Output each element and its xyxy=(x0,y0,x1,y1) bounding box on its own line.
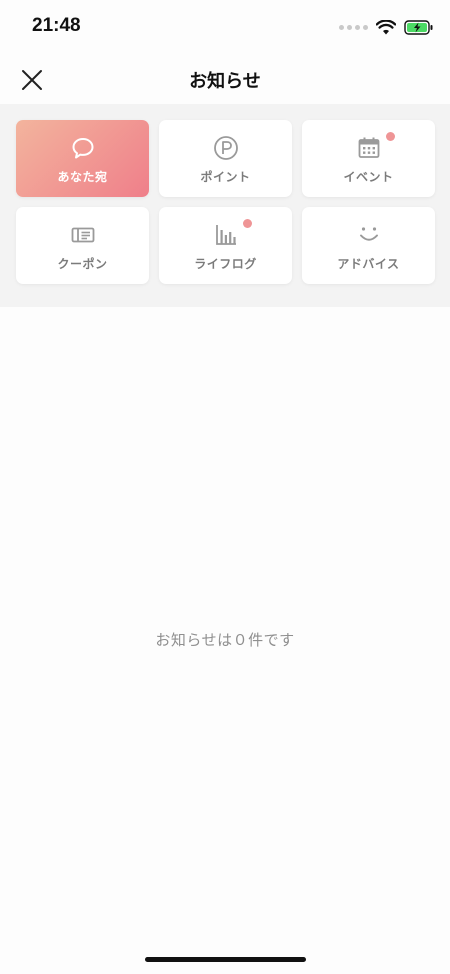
category-label: あなた宛 xyxy=(57,170,108,184)
category-label: イベント xyxy=(343,170,394,184)
category-panel: あなた宛 ポイント イベント クーポン ライフログ アドバイス xyxy=(0,104,450,307)
battery-charging-icon xyxy=(404,19,433,35)
notifications-screen: 21:48 お知らせ あなた宛 ポイント イベント クーポン ライフログ アドバ… xyxy=(0,0,450,974)
category-advice[interactable]: アドバイス xyxy=(302,207,435,284)
calendar-icon xyxy=(358,137,379,158)
status-icons xyxy=(339,18,434,36)
cellular-signal-icon xyxy=(339,24,368,30)
category-coupons[interactable]: クーポン xyxy=(16,207,149,284)
category-points[interactable]: ポイント xyxy=(159,120,292,197)
bar-chart-icon xyxy=(215,225,236,245)
category-for-you[interactable]: あなた宛 xyxy=(16,120,149,197)
status-time: 21:48 xyxy=(32,15,81,36)
unread-badge xyxy=(386,132,395,141)
category-label: アドバイス xyxy=(337,257,400,271)
category-lifelog[interactable]: ライフログ xyxy=(159,207,292,284)
point-icon xyxy=(213,136,238,160)
speech-bubble-icon xyxy=(72,138,93,159)
coupon-icon xyxy=(71,227,94,243)
category-events[interactable]: イベント xyxy=(302,120,435,197)
page-title: お知らせ xyxy=(189,71,261,92)
header: お知らせ xyxy=(0,54,450,104)
category-grid: あなた宛 ポイント イベント クーポン ライフログ アドバイス xyxy=(16,120,435,284)
empty-state-message: お知らせは０件です xyxy=(155,631,295,649)
category-label: ライフログ xyxy=(194,257,257,271)
wifi-icon xyxy=(376,19,396,34)
smile-icon xyxy=(359,227,378,241)
category-label: クーポン xyxy=(57,257,108,271)
unread-badge xyxy=(243,219,252,228)
status-bar: 21:48 xyxy=(0,0,450,54)
category-label: ポイント xyxy=(200,170,251,184)
home-indicator[interactable] xyxy=(145,957,306,962)
